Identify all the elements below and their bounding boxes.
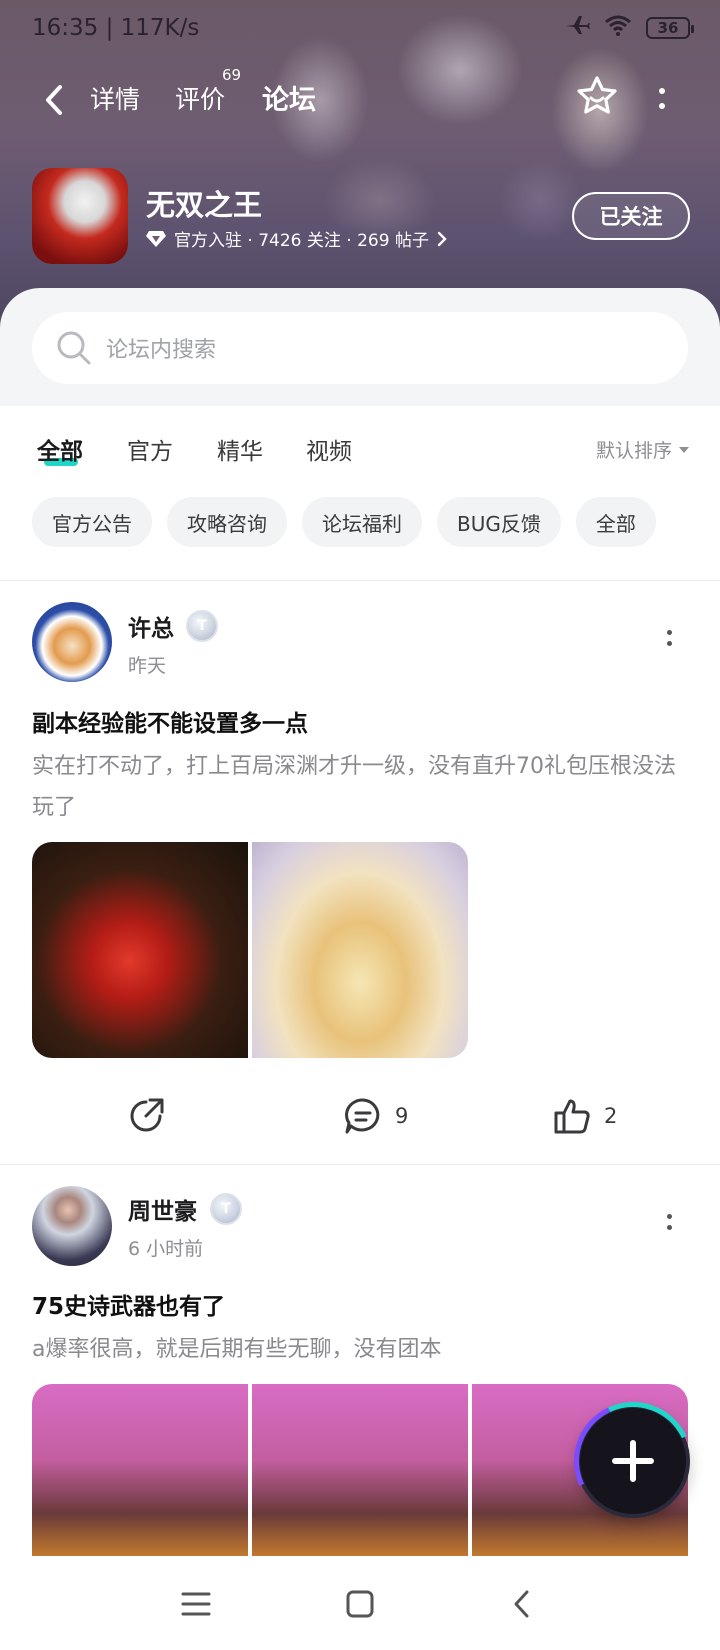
thumbs-up-icon	[554, 1099, 590, 1134]
post-image[interactable]	[32, 1384, 248, 1556]
comment-button[interactable]: 9	[343, 1096, 408, 1136]
divider	[0, 1164, 720, 1165]
create-post-button[interactable]	[580, 1408, 686, 1514]
battery-indicator: 36	[646, 17, 694, 39]
post-time: 昨天	[128, 655, 167, 677]
level-badge-icon: T	[210, 1193, 242, 1225]
status-time-speed: 16:35 | 117K/s	[32, 15, 200, 41]
like-count: 2	[604, 1104, 618, 1128]
post-title[interactable]: 75史诗武器也有了	[32, 1287, 225, 1321]
post-more-button[interactable]	[664, 630, 674, 654]
status-bar: 16:35 | 117K/s 36	[32, 10, 694, 46]
follow-button[interactable]: 已关注	[572, 192, 690, 240]
post-time: 6 小时前	[128, 1238, 204, 1260]
category-chips: 官方公告 攻略咨询 论坛福利 BUG反馈 全部	[32, 497, 656, 549]
search-section: 论坛内搜索	[0, 288, 720, 406]
system-nav-bar	[0, 1560, 720, 1650]
more-menu-button[interactable]	[650, 78, 674, 118]
game-name: 无双之王	[146, 188, 263, 222]
game-meta-text: 官方入驻 · 7426 关注 · 269 帖子	[174, 231, 429, 251]
menu-icon	[181, 1592, 211, 1616]
chip-all[interactable]: 全部	[575, 497, 656, 547]
comment-icon	[345, 1098, 380, 1134]
tab-review[interactable]: 评价 69	[175, 66, 241, 116]
game-icon[interactable]	[32, 168, 128, 264]
top-nav: 详情 评价 69 论坛	[0, 66, 720, 130]
tab-forum-label: 论坛	[262, 85, 316, 116]
avatar[interactable]	[32, 1186, 112, 1266]
chip-bug-report[interactable]: BUG反馈	[437, 497, 561, 547]
search-icon	[57, 331, 91, 365]
header-banner: 16:35 | 117K/s 36 详情 评价 69 论坛 无双之王 官方入驻 …	[0, 0, 720, 330]
diamond-icon	[146, 230, 166, 247]
airplane-icon	[564, 14, 590, 42]
avatar[interactable]	[32, 602, 112, 682]
chevron-right-icon	[437, 231, 447, 246]
share-icon	[130, 1098, 164, 1132]
chip-benefits[interactable]: 论坛福利	[302, 497, 422, 547]
more-dot-icon	[666, 1214, 672, 1219]
more-dot-icon	[666, 641, 672, 646]
chip-guides[interactable]: 攻略咨询	[167, 497, 287, 547]
post-title[interactable]: 副本经验能不能设置多一点	[32, 704, 308, 738]
post-image[interactable]	[32, 842, 248, 1058]
tab-review-label: 评价	[175, 85, 226, 114]
review-count: 69	[222, 66, 242, 84]
chip-announcements[interactable]: 官方公告	[32, 497, 152, 547]
search-placeholder: 论坛内搜索	[106, 338, 217, 363]
more-dot-icon	[659, 87, 665, 94]
search-input[interactable]: 论坛内搜索	[32, 312, 688, 384]
more-dot-icon	[666, 630, 672, 635]
sort-dropdown[interactable]: 默认排序	[596, 436, 690, 463]
post-body[interactable]: 实在打不动了，打上百局深渊才升一级，没有直升70礼包压根没法玩了	[32, 746, 692, 828]
caret-down-icon	[679, 446, 689, 453]
back-arrow-icon	[46, 85, 62, 115]
filter-tab-official[interactable]: 官方	[127, 432, 173, 466]
plus-icon	[612, 1440, 654, 1482]
menu-button[interactable]	[174, 1582, 218, 1626]
tab-detail[interactable]: 详情	[90, 80, 140, 116]
post-actions: 9 2	[0, 1084, 720, 1144]
favorite-button[interactable]	[575, 74, 619, 118]
post-image[interactable]	[252, 842, 468, 1058]
more-dot-icon	[659, 102, 665, 109]
divider	[0, 580, 720, 581]
post-body[interactable]: a爆率很高，就是后期有些无聊，没有团本	[32, 1329, 692, 1370]
post-images	[32, 842, 468, 1058]
filter-tab-all[interactable]: 全部	[37, 432, 83, 466]
home-button[interactable]	[338, 1582, 382, 1626]
home-square-icon	[346, 1590, 374, 1618]
filter-tabs: 全部 官方 精华 视频 默认排序	[0, 406, 720, 490]
back-button[interactable]	[34, 80, 74, 120]
post-author[interactable]: 周世豪	[128, 1192, 197, 1226]
game-info: 无双之王 官方入驻 · 7426 关注 · 269 帖子 已关注	[32, 168, 690, 264]
tab-forum[interactable]: 论坛	[259, 78, 319, 117]
star-icon	[577, 76, 617, 114]
comment-count: 9	[395, 1104, 409, 1128]
share-button[interactable]	[126, 1096, 166, 1136]
system-back-button[interactable]	[500, 1582, 544, 1626]
post-author[interactable]: 许总	[128, 609, 174, 643]
back-arrow-icon	[514, 1590, 529, 1618]
more-dot-icon	[666, 1225, 672, 1230]
wifi-icon	[604, 14, 632, 42]
filter-tab-featured[interactable]: 精华	[217, 432, 263, 466]
post-image[interactable]	[252, 1384, 468, 1556]
level-badge-icon: T	[186, 610, 218, 642]
like-button[interactable]: 2	[552, 1096, 617, 1136]
game-meta[interactable]: 官方入驻 · 7426 关注 · 269 帖子	[146, 226, 447, 251]
filter-tab-video[interactable]: 视频	[306, 432, 352, 466]
post-more-button[interactable]	[664, 1214, 674, 1238]
sort-label: 默认排序	[595, 440, 672, 462]
